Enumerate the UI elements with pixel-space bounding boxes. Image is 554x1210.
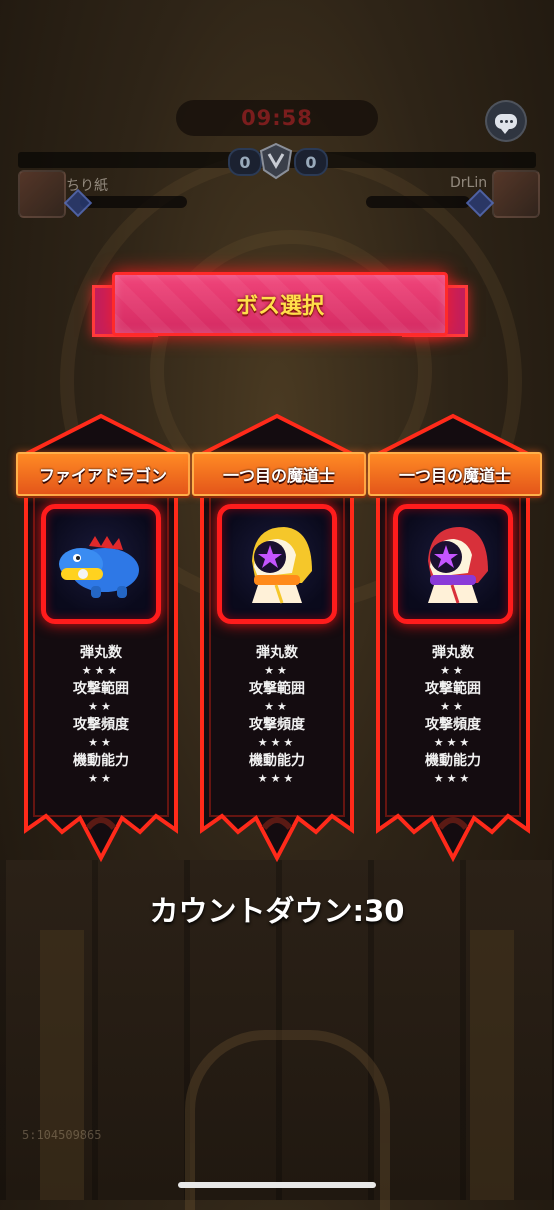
red-hooded-mage-icon bbox=[428, 527, 488, 604]
yellow-hooded-mage-icon bbox=[252, 527, 312, 604]
stat-stars: ★★ bbox=[264, 664, 290, 677]
stat-stars: ★★ bbox=[88, 736, 114, 749]
stat-label: 機動能力 bbox=[249, 753, 305, 769]
player-left-bar bbox=[80, 196, 187, 208]
score-left: 0 bbox=[228, 148, 262, 176]
chat-button[interactable] bbox=[485, 100, 527, 142]
boss-name-plate: ファイアドラゴン bbox=[16, 452, 190, 496]
boss-name: 一つ目の魔道士 bbox=[398, 466, 511, 485]
boss-portrait bbox=[393, 504, 513, 624]
boss-portrait bbox=[217, 504, 337, 624]
stat-label: 弾丸数 bbox=[80, 645, 122, 661]
boss-card-3[interactable]: 一つ目の魔道士 弾丸数 ★★ 攻撃範囲 ★★ 攻撃頻度 ★★★ 機動能力 ★★★ bbox=[368, 412, 542, 864]
stat-label: 機動能力 bbox=[73, 753, 129, 769]
stat-stars: ★★★ bbox=[257, 772, 297, 785]
stat-stars: ★★ bbox=[88, 772, 114, 785]
stat-stars: ★★★ bbox=[257, 736, 297, 749]
boss-name: ファイアドラゴン bbox=[38, 466, 167, 485]
versus-crest-icon bbox=[259, 142, 293, 180]
stat-label: 機動能力 bbox=[425, 753, 481, 769]
boss-stats: 弾丸数 ★★ 攻撃範囲 ★★ 攻撃頻度 ★★★ 機動能力 ★★★ bbox=[374, 644, 532, 788]
boss-card-1[interactable]: ファイアドラゴン 弾丸数 ★★★ 攻撃範囲 ★★ 攻撃頻度 ★★ 機動能力 ★★ bbox=[16, 412, 190, 864]
stat-label: 攻撃頻度 bbox=[425, 717, 481, 733]
stat-stars: ★★★ bbox=[81, 664, 121, 677]
boss-name-plate: 一つ目の魔道士 bbox=[192, 452, 366, 496]
session-id: 5:104509865 bbox=[22, 1128, 102, 1142]
boss-card-2[interactable]: 一つ目の魔道士 弾丸数 ★★ 攻撃範囲 ★★ 攻撃頻度 ★★★ 機動能力 ★★★ bbox=[192, 412, 366, 864]
stat-stars: ★★ bbox=[440, 700, 466, 713]
stat-label: 攻撃頻度 bbox=[249, 717, 305, 733]
boss-stats: 弾丸数 ★★ 攻撃範囲 ★★ 攻撃頻度 ★★★ 機動能力 ★★★ bbox=[198, 644, 356, 788]
countdown-text: カウントダウン:30 bbox=[149, 894, 405, 928]
timer-text: 09:58 bbox=[241, 106, 313, 130]
boss-portrait bbox=[41, 504, 161, 624]
stat-label: 攻撃範囲 bbox=[425, 681, 481, 697]
match-timer: 09:58 bbox=[176, 100, 378, 136]
stat-label: 攻撃範囲 bbox=[73, 681, 129, 697]
blue-dragon-icon bbox=[59, 536, 139, 598]
boss-stats: 弾丸数 ★★★ 攻撃範囲 ★★ 攻撃頻度 ★★ 機動能力 ★★ bbox=[22, 644, 180, 788]
stat-label: 攻撃頻度 bbox=[73, 717, 129, 733]
stat-stars: ★★★ bbox=[433, 736, 473, 749]
boss-name: 一つ目の魔道士 bbox=[222, 466, 335, 485]
arena-pillar bbox=[470, 930, 514, 1200]
title-banner: ボス選択 bbox=[112, 272, 448, 336]
arena-pillar bbox=[40, 930, 84, 1200]
player-right-avatar bbox=[492, 170, 540, 218]
home-indicator[interactable] bbox=[178, 1182, 376, 1188]
stat-stars: ★★★ bbox=[433, 772, 473, 785]
player-right-bar bbox=[366, 196, 470, 208]
player-left-name: ちり紙 bbox=[66, 178, 108, 194]
stat-label: 攻撃範囲 bbox=[249, 681, 305, 697]
stat-stars: ★★ bbox=[440, 664, 466, 677]
score-right: 0 bbox=[294, 148, 328, 176]
screen-title: ボス選択 bbox=[235, 294, 324, 319]
player-right-name: DrLin bbox=[450, 175, 488, 191]
chat-icon bbox=[495, 113, 517, 134]
stat-label: 弾丸数 bbox=[432, 645, 474, 661]
stat-stars: ★★ bbox=[264, 700, 290, 713]
stat-label: 弾丸数 bbox=[256, 645, 298, 661]
boss-name-plate: 一つ目の魔道士 bbox=[368, 452, 542, 496]
player-left-avatar bbox=[18, 170, 66, 218]
stat-stars: ★★ bbox=[88, 700, 114, 713]
